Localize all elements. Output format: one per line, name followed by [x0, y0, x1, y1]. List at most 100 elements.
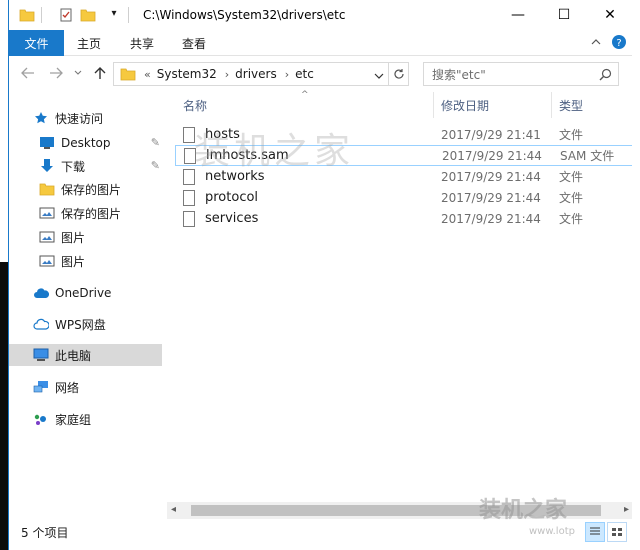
navigation-bar: « System32 › drivers › etc 搜索"etc"	[9, 56, 633, 92]
sidebar-item-label: 图片	[61, 230, 86, 245]
breadcrumb-drivers[interactable]: drivers	[235, 67, 277, 81]
explorer-window: ▾ C:\Windows\System32\drivers\etc — ☐ ✕ …	[8, 0, 640, 550]
sidebar-item-quick-access[interactable]: 快速访问	[9, 107, 162, 129]
large-icons-view-icon	[612, 528, 622, 536]
customize-toolbar-icon[interactable]: ▾	[106, 8, 122, 22]
file-type: SAM 文件	[560, 149, 615, 163]
sidebar-item-pictures[interactable]: 图片	[9, 226, 162, 248]
sidebar-item-label: 快速访问	[55, 111, 104, 126]
sidebar-item-onedrive[interactable]: OneDrive	[9, 282, 162, 304]
search-box[interactable]: 搜索"etc"	[423, 62, 619, 86]
file-type: 文件	[559, 128, 584, 142]
download-arrow-icon	[39, 158, 55, 174]
expand-ribbon-icon[interactable]	[591, 37, 601, 47]
maximize-button[interactable]: ☐	[541, 0, 587, 30]
tab-file[interactable]: 文件	[9, 30, 64, 56]
refresh-button[interactable]	[388, 63, 408, 85]
navigation-pane: 快速访问 Desktop ✎ 下载 ✎ 保存的图片 保存的图片 图片 图片 On…	[9, 92, 162, 512]
minimize-button[interactable]: —	[495, 0, 541, 30]
pin-icon[interactable]: ✎	[151, 136, 160, 149]
back-button[interactable]	[19, 64, 37, 82]
toolbar-divider	[41, 7, 42, 23]
close-button[interactable]: ✕	[587, 0, 633, 30]
sidebar-item-network[interactable]: 网络	[9, 376, 162, 398]
file-icon	[183, 189, 195, 206]
file-date: 2017/9/29 21:44	[441, 169, 541, 184]
table-row[interactable]: protocol 2017/9/29 21:44 文件	[177, 187, 640, 208]
up-arrow-icon	[94, 67, 106, 79]
breadcrumb-overflow[interactable]: «	[144, 68, 151, 81]
site-url: www.lotp	[529, 526, 575, 537]
file-date: 2017/9/29 21:44	[441, 190, 541, 205]
folder-icon[interactable]	[19, 8, 35, 22]
sidebar-item-saved-pictures[interactable]: 保存的图片	[9, 178, 162, 200]
folder-icon	[120, 68, 136, 81]
sidebar-item-label: 家庭组	[55, 412, 92, 427]
address-history-dropdown[interactable]	[374, 69, 384, 83]
chevron-down-icon	[374, 73, 384, 79]
column-divider[interactable]	[551, 92, 552, 118]
properties-icon[interactable]	[58, 8, 74, 22]
network-icon	[33, 379, 49, 395]
picture-icon	[39, 253, 55, 269]
sidebar-item-label: Desktop	[61, 136, 111, 150]
tab-view[interactable]: 查看	[182, 30, 206, 56]
column-header-type[interactable]: 类型	[559, 92, 583, 118]
up-button[interactable]	[91, 64, 109, 82]
sidebar-item-saved-pictures-2[interactable]: 保存的图片	[9, 202, 162, 224]
column-header-date[interactable]: 修改日期	[441, 92, 489, 118]
scroll-left-icon[interactable]: ◂	[171, 504, 176, 515]
recent-locations-button[interactable]	[69, 64, 87, 82]
breadcrumb-separator-icon[interactable]: ›	[225, 68, 229, 81]
file-date: 2017/9/29 21:41	[441, 127, 541, 142]
computer-icon	[33, 347, 49, 363]
breadcrumb-system32[interactable]: System32	[157, 67, 217, 81]
desktop-icon	[39, 135, 55, 151]
sidebar-item-label: 保存的图片	[61, 206, 122, 221]
scroll-right-icon[interactable]: ▸	[624, 504, 629, 515]
tab-share[interactable]: 共享	[130, 30, 154, 56]
column-divider[interactable]	[433, 92, 434, 118]
search-input[interactable]: 搜索"etc"	[432, 66, 486, 83]
toolbar-divider	[128, 7, 129, 23]
new-folder-icon[interactable]	[80, 8, 96, 22]
watermark-text: 装机之家	[194, 131, 355, 172]
site-logo: 装机之家	[479, 498, 568, 523]
sidebar-item-pictures-2[interactable]: 图片	[9, 250, 162, 272]
help-icon[interactable]: ?	[611, 34, 627, 50]
table-row[interactable]: services 2017/9/29 21:44 文件	[177, 208, 640, 229]
breadcrumb-etc[interactable]: etc	[295, 67, 314, 81]
back-arrow-icon	[21, 67, 34, 79]
address-bar[interactable]: « System32 › drivers › etc	[113, 62, 409, 86]
title-bar: ▾ C:\Windows\System32\drivers\etc — ☐ ✕	[9, 0, 633, 30]
details-view-button[interactable]	[585, 522, 605, 542]
window-title: C:\Windows\System32\drivers\etc	[143, 8, 346, 22]
column-header-name[interactable]: 名称	[183, 92, 207, 118]
folder-icon	[39, 181, 55, 197]
large-icons-view-button[interactable]	[607, 522, 627, 542]
refresh-icon	[393, 69, 404, 79]
file-icon	[183, 210, 195, 227]
sidebar-item-wps-drive[interactable]: WPS网盘	[9, 313, 162, 335]
breadcrumb-separator-icon[interactable]: ›	[285, 68, 289, 81]
sidebar-item-label: WPS网盘	[55, 317, 106, 332]
picture-icon	[39, 205, 55, 221]
sort-ascending-icon: ^	[301, 90, 309, 100]
sidebar-item-label: 下载	[61, 159, 86, 174]
sidebar-item-homegroup[interactable]: 家庭组	[9, 408, 162, 430]
file-name: protocol	[205, 190, 259, 205]
cloud-icon	[33, 285, 49, 301]
sidebar-item-label: 图片	[61, 254, 86, 269]
sidebar-item-label: OneDrive	[55, 286, 112, 300]
file-type: 文件	[559, 191, 584, 205]
search-icon	[599, 68, 612, 81]
pin-icon[interactable]: ✎	[151, 159, 160, 172]
star-icon	[33, 110, 49, 126]
sidebar-item-this-pc[interactable]: 此电脑	[9, 344, 162, 366]
sidebar-item-downloads[interactable]: 下载 ✎	[9, 155, 162, 177]
forward-button[interactable]	[47, 64, 65, 82]
sidebar-item-label: 此电脑	[55, 348, 92, 363]
sidebar-item-desktop[interactable]: Desktop ✎	[9, 132, 162, 154]
background-window-right	[632, 0, 640, 550]
tab-home[interactable]: 主页	[77, 30, 101, 56]
